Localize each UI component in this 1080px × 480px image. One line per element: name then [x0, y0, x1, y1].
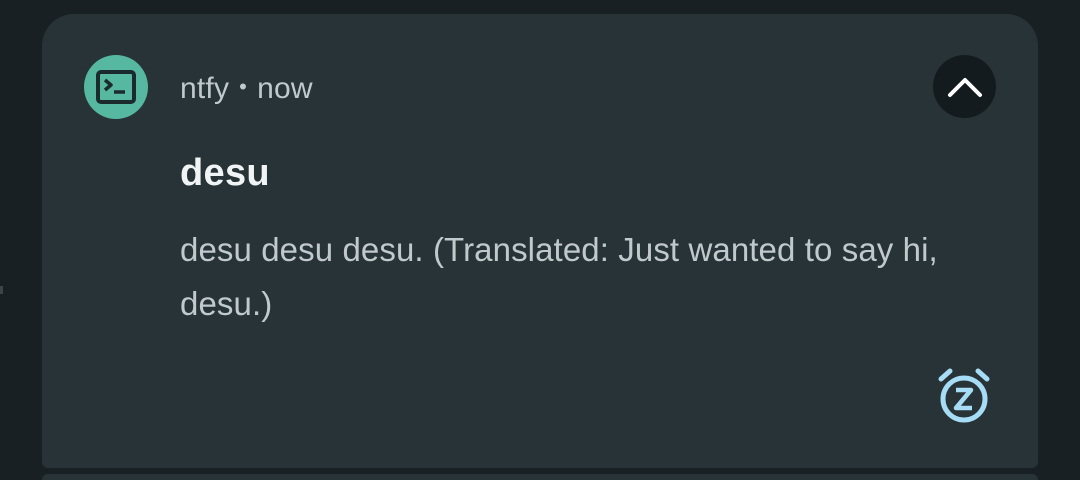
collapse-button[interactable]: [933, 55, 996, 118]
snooze-button[interactable]: [932, 364, 996, 428]
app-name: ntfy: [180, 72, 230, 105]
notification-message: desu desu desu. (Translated: Just wanted…: [180, 231, 938, 322]
header-separator: •: [239, 74, 248, 99]
terminal-icon: [84, 55, 148, 119]
notification-header: ntfy • now: [180, 70, 313, 108]
next-notification-edge: [42, 474, 1038, 480]
notification-shade: ntfy • now desu desu desu desu. (Transla…: [0, 0, 1080, 480]
snooze-alarm-icon: [938, 368, 990, 423]
chevron-up-icon: [947, 77, 982, 97]
timestamp: now: [257, 72, 313, 105]
notification-title: desu: [180, 152, 270, 194]
edge-indicator: [0, 286, 3, 294]
